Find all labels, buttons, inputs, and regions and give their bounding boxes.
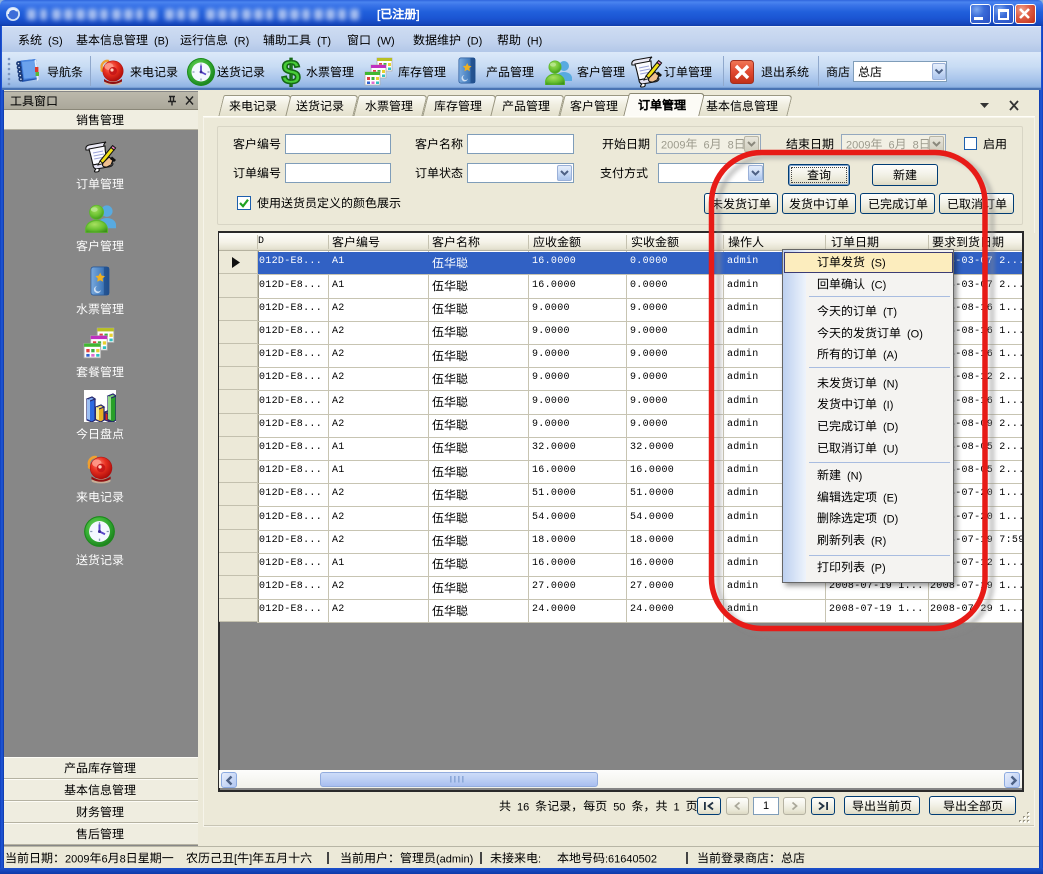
svg-text:$: $ (282, 57, 301, 87)
